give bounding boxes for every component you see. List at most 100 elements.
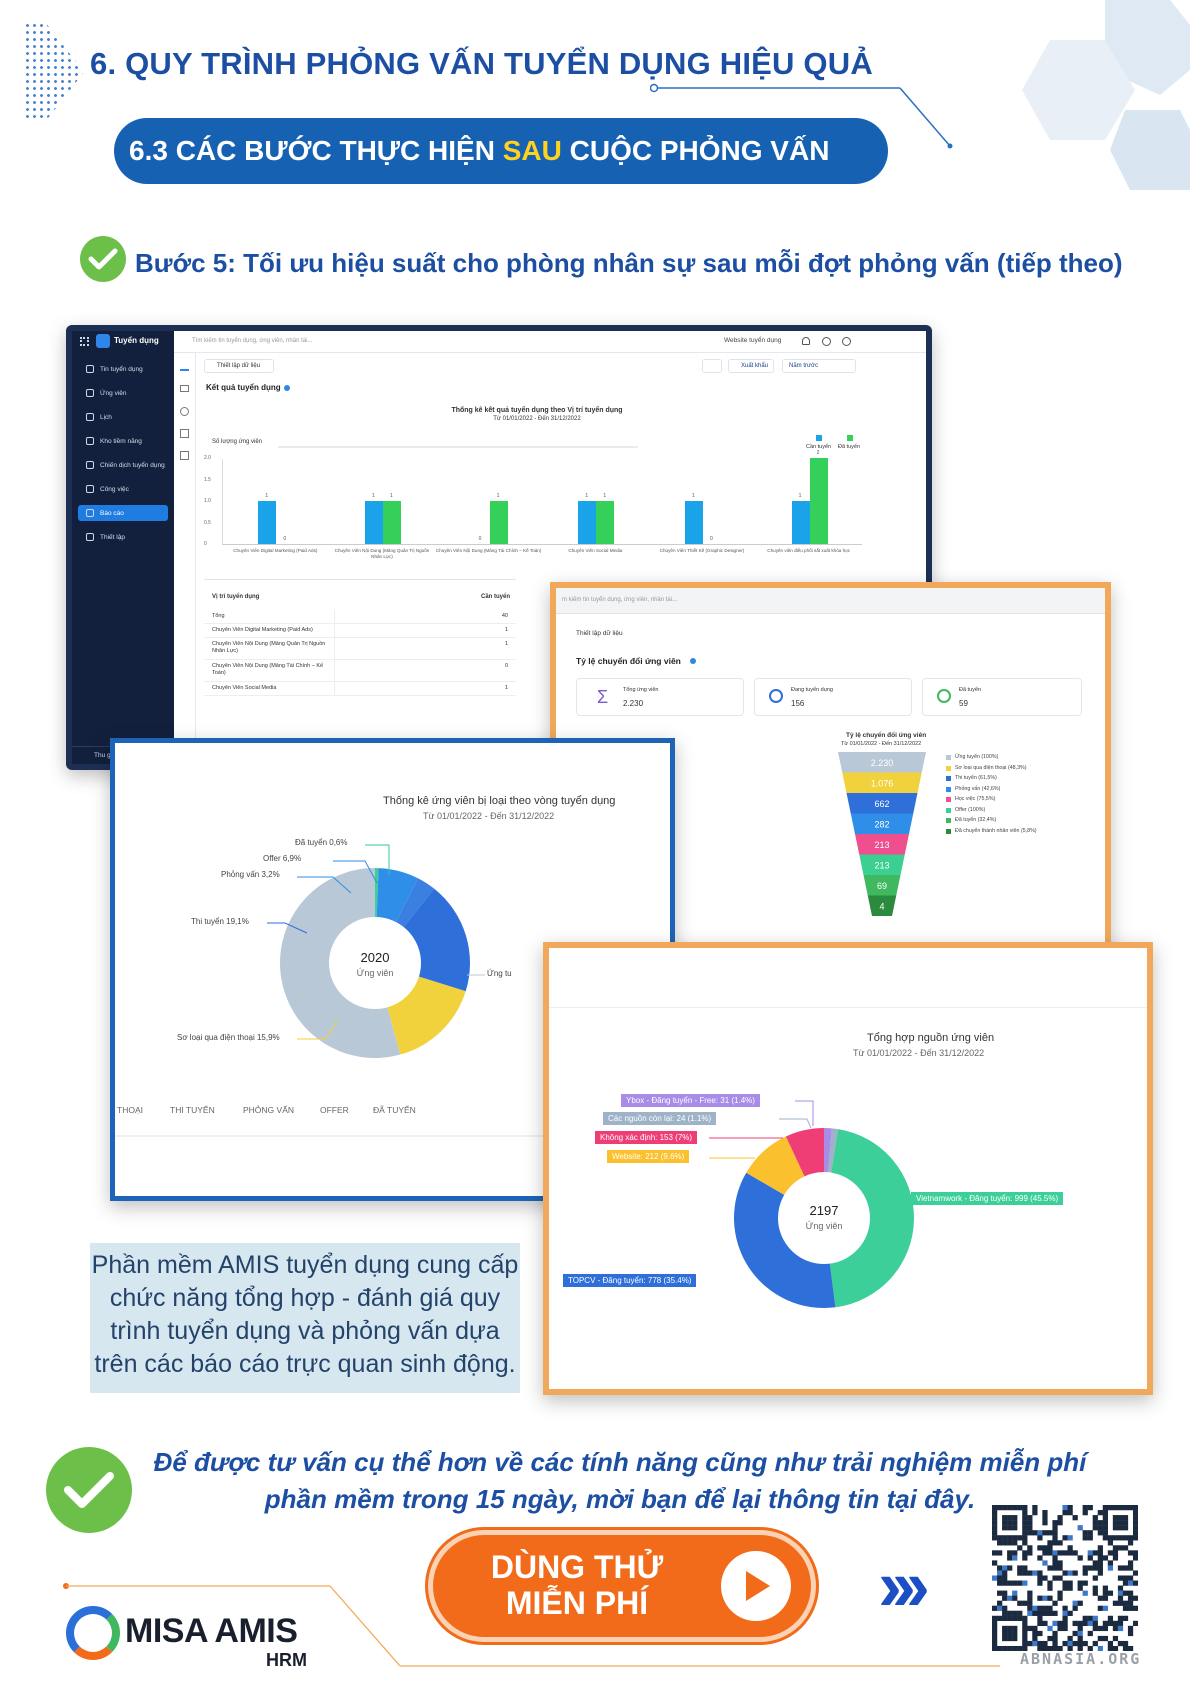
search-input[interactable]: m kiếm tin tuyển dụng, ứng viên, nhân tà… (562, 597, 677, 603)
filter-dropdown[interactable] (702, 359, 722, 373)
caption-line: Phần mềm AMIS tuyển dụng cung cấp (91, 1251, 519, 1279)
qr-module (1057, 1540, 1063, 1546)
qr-module (1122, 1520, 1129, 1526)
qr-module (1012, 1540, 1018, 1546)
sidebar-item-talent-pool[interactable]: Kho tiềm năng (78, 433, 168, 449)
qr-module (1012, 1645, 1018, 1651)
qr-module (1012, 1625, 1018, 1632)
stage-tab[interactable]: OFFER (320, 1105, 349, 1115)
bar-can-tuyen (258, 501, 277, 544)
qr-module (1007, 1550, 1013, 1556)
setup-data-button[interactable]: Thiết lập dữ liệu (204, 359, 274, 373)
qr-module (1082, 1530, 1088, 1536)
bar-value-label: 2 (816, 450, 820, 456)
export-button[interactable]: Xuất khẩu (728, 359, 774, 373)
help-icon[interactable] (822, 337, 831, 346)
check-icon (80, 236, 126, 282)
qr-module (1072, 1630, 1078, 1637)
sidebar-item-tasks[interactable]: Công việc (78, 481, 168, 497)
qr-module (1112, 1550, 1119, 1556)
legend-label: Học việc (75,5%) (955, 796, 996, 802)
people-tool-icon[interactable] (180, 429, 189, 438)
qr-module (1022, 1640, 1028, 1647)
setup-data-button[interactable]: Thiết lập dữ liệu (576, 630, 623, 637)
funnel-chart-date: Từ 01/01/2022 - Đến 31/12/2022 (841, 741, 922, 747)
qr-module (1117, 1515, 1124, 1521)
sidebar-label: Kho tiềm năng (100, 437, 142, 445)
free-trial-button[interactable]: DÙNG THỬ MIỄN PHÍ (433, 1535, 811, 1637)
qr-module (1102, 1505, 1108, 1511)
qr-module (1037, 1605, 1043, 1611)
sidebar-item-settings[interactable]: Thiết lập (78, 529, 168, 545)
bell-icon[interactable] (802, 337, 810, 345)
sidebar-item-campaigns[interactable]: Chiến dịch tuyển dụng (78, 457, 168, 473)
sidebar-item-candidates[interactable]: Ứng viên (78, 385, 168, 401)
legend-swatch (946, 828, 951, 834)
stage-tab[interactable]: THOẠI (117, 1105, 143, 1115)
qr-module (1037, 1570, 1043, 1576)
qr-module (1102, 1635, 1108, 1642)
qr-module (1092, 1620, 1098, 1627)
qr-module (1007, 1525, 1013, 1531)
qr-module (992, 1630, 998, 1637)
table-col-divider (334, 624, 335, 638)
qr-module (1057, 1520, 1063, 1526)
qr-module (1062, 1510, 1068, 1516)
caption-line: trình tuyển dụng và phỏng vấn dựa (110, 1317, 500, 1345)
qr-module (1002, 1565, 1008, 1571)
legend-label: Offer (100%) (955, 806, 986, 813)
qr-module (1082, 1535, 1088, 1541)
qr-module (1112, 1525, 1119, 1531)
qr-module (1127, 1540, 1134, 1546)
page-title: 6. QUY TRÌNH PHỎNG VẤN TUYỂN DỤNG HIỆU Q… (90, 46, 873, 81)
y-tick-label: 0.5 (204, 519, 211, 526)
qr-module (992, 1520, 998, 1526)
sidebar-item-calendar[interactable]: Lịch (78, 409, 168, 425)
qr-module (1107, 1620, 1114, 1627)
website-button[interactable]: Website tuyển dụng (724, 337, 781, 344)
chart-tool-icon[interactable] (180, 363, 189, 371)
qr-module (1092, 1550, 1098, 1556)
qr-module (1122, 1545, 1129, 1551)
stage-tab[interactable]: ĐÃ TUYỂN (373, 1105, 416, 1115)
stage-tab[interactable]: PHỎNG VẤN (243, 1105, 294, 1115)
qr-module (997, 1590, 1003, 1596)
qr-module (1127, 1565, 1134, 1571)
bar-da-tuyen (809, 458, 828, 544)
qr-module (1057, 1550, 1063, 1556)
qr-module (1027, 1520, 1033, 1526)
settings-icon[interactable] (842, 337, 851, 346)
qr-module (1027, 1640, 1033, 1647)
qr-module (1002, 1505, 1008, 1511)
stage-tab[interactable]: THI TUYỂN (170, 1105, 215, 1115)
sidebar-item-jobs[interactable]: Tin tuyển dụng (78, 361, 168, 377)
qr-module (1007, 1520, 1013, 1526)
qr-module (1002, 1575, 1008, 1581)
chart-scrollbar[interactable] (278, 446, 638, 448)
qr-module (1082, 1565, 1088, 1571)
filter-tool-icon[interactable] (180, 385, 189, 392)
sidebar-item-reports[interactable]: Báo cáo (78, 505, 168, 521)
bar-da-tuyen (596, 501, 615, 544)
qr-module (1002, 1570, 1008, 1576)
qr-module (1007, 1540, 1013, 1546)
period-select[interactable]: Năm trước (782, 359, 856, 373)
doc-tool-icon[interactable] (180, 451, 189, 460)
qr-module (1097, 1545, 1103, 1551)
qr-module (1002, 1615, 1008, 1621)
qr-module (1117, 1615, 1124, 1621)
time-tool-icon[interactable] (180, 407, 189, 416)
qr-module (1032, 1505, 1038, 1511)
qr-module (997, 1535, 1003, 1541)
search-input[interactable]: Tìm kiếm tin tuyển dụng, ứng viên, nhân … (182, 335, 322, 348)
qr-code[interactable] (992, 1505, 1138, 1651)
apps-grid-icon[interactable] (80, 337, 89, 346)
bar-value-label: 1 (692, 493, 695, 499)
qr-module (1062, 1580, 1068, 1586)
qr-module (1092, 1585, 1098, 1591)
legend-swatch (946, 797, 951, 802)
qr-module (1087, 1620, 1093, 1627)
funnel-level-value: 282 (874, 819, 889, 829)
qr-module (1042, 1550, 1048, 1556)
qr-module (1012, 1505, 1018, 1511)
